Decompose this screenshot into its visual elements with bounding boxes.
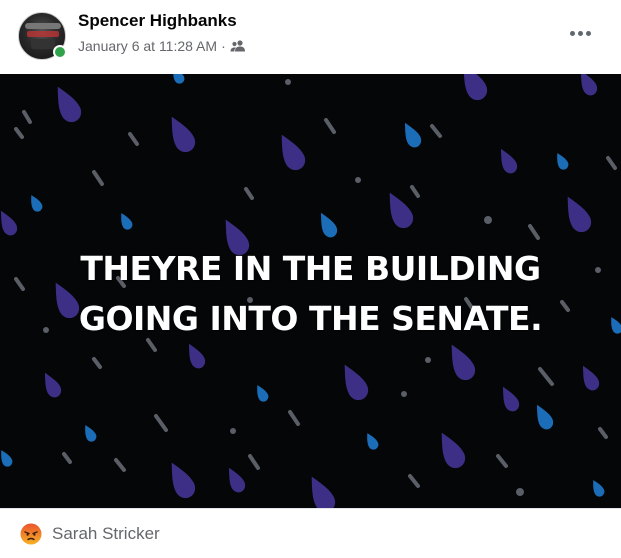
friends-icon[interactable] [230, 40, 246, 52]
author-name[interactable]: Spencer Highbanks [78, 11, 237, 31]
angry-reaction-icon[interactable] [20, 523, 42, 545]
reactor-name[interactable]: Sarah Stricker [52, 524, 160, 544]
profile-avatar[interactable] [18, 12, 67, 60]
reactions-bar: Sarah Stricker [0, 508, 621, 558]
post-meta: January 6 at 11:28 AM · [78, 38, 246, 54]
more-options-button[interactable] [565, 18, 595, 48]
post-status-text: THEYRE IN THE BUILDING GOING INTO THE SE… [0, 244, 621, 344]
meta-separator: · [221, 38, 226, 54]
post-timestamp[interactable]: January 6 at 11:28 AM [78, 38, 217, 54]
post-text-background[interactable]: THEYRE IN THE BUILDING GOING INTO THE SE… [0, 74, 621, 508]
more-options-icon [569, 30, 575, 36]
online-status-dot [53, 45, 67, 59]
post-header: Spencer Highbanks January 6 at 11:28 AM … [0, 0, 621, 74]
post-text-line-1: THEYRE IN THE BUILDING [80, 249, 541, 288]
post-text-line-2: GOING INTO THE SENATE. [78, 299, 543, 338]
